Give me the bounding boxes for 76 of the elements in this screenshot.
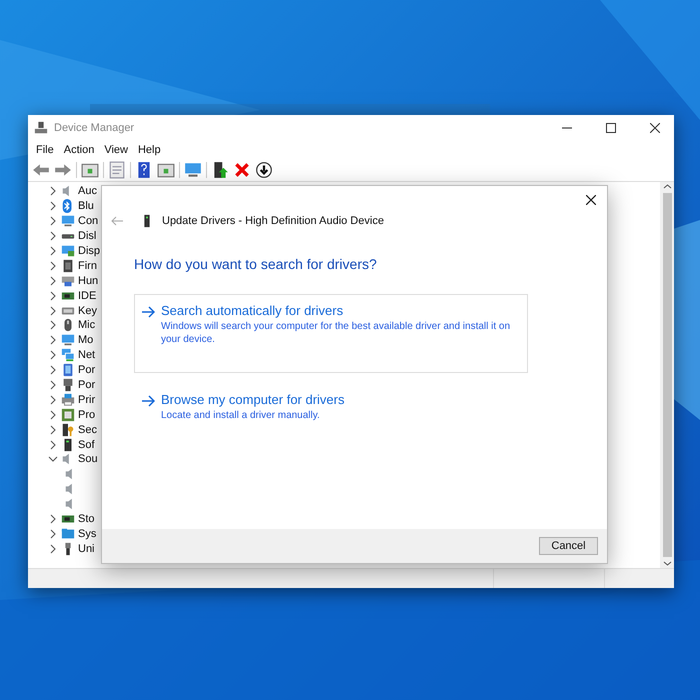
expand-icon[interactable] xyxy=(48,365,58,376)
menu-item[interactable]: File xyxy=(32,144,58,156)
expand-icon[interactable] xyxy=(48,394,58,405)
tree-item[interactable]: Mic xyxy=(78,319,96,332)
folder-icon xyxy=(61,526,75,541)
expand-icon[interactable] xyxy=(48,201,58,212)
menu-item[interactable]: View xyxy=(100,144,132,156)
computer-icon xyxy=(34,121,48,135)
arrow-icon xyxy=(141,395,155,407)
tree-item[interactable]: Pro xyxy=(78,408,96,421)
expand-icon[interactable] xyxy=(48,246,58,256)
tree-item[interactable]: Uni xyxy=(78,542,95,555)
expand-icon[interactable] xyxy=(48,514,58,524)
tree-item[interactable]: Blu xyxy=(78,200,94,212)
tree-item[interactable]: Auc xyxy=(78,185,97,198)
tree-item[interactable]: Mo xyxy=(78,334,94,346)
expand-icon[interactable] xyxy=(48,276,58,286)
tree-item[interactable]: Key xyxy=(78,304,97,317)
expand-icon[interactable] xyxy=(48,380,58,390)
monitor-icon[interactable] xyxy=(184,161,202,179)
display-icon xyxy=(61,244,75,258)
tree-item[interactable]: Sys xyxy=(78,528,96,540)
tree-item[interactable]: Sof xyxy=(78,438,95,451)
expand-icon[interactable] xyxy=(48,424,58,435)
tree-item[interactable]: IDE xyxy=(78,290,96,302)
scroll-up-icon[interactable] xyxy=(662,182,672,191)
dialog-title: Update Drivers - High Definition Audio Device xyxy=(162,215,384,227)
monitor-icon xyxy=(61,214,75,228)
collapse-icon[interactable] xyxy=(48,454,58,464)
scroll-down-icon[interactable] xyxy=(662,559,672,568)
maximize-icon xyxy=(606,123,616,133)
menu-item[interactable]: Action xyxy=(60,144,98,156)
download-icon[interactable] xyxy=(255,161,273,179)
properties-icon[interactable] xyxy=(108,161,126,179)
expand-icon[interactable] xyxy=(48,186,58,196)
cpu-icon xyxy=(61,408,75,422)
expand-icon[interactable] xyxy=(48,350,58,360)
close-icon xyxy=(586,195,596,205)
cancel-button[interactable]: Cancel xyxy=(539,537,598,555)
tree-item[interactable]: Disp xyxy=(78,245,100,257)
tree-item[interactable]: Sto xyxy=(78,513,95,526)
tree-item[interactable]: Prir xyxy=(78,394,96,406)
expand-icon[interactable] xyxy=(48,231,58,242)
close-icon xyxy=(650,123,660,133)
tree-item[interactable]: Sec xyxy=(78,424,97,436)
arrow-icon xyxy=(141,306,155,318)
menu-item[interactable]: Help xyxy=(134,144,165,156)
printer-icon xyxy=(61,392,75,407)
tree-item[interactable]: Por xyxy=(78,379,96,392)
tree-item[interactable]: Por xyxy=(78,364,96,376)
tree-item[interactable]: Sou xyxy=(78,453,98,466)
delete-icon[interactable] xyxy=(233,161,251,179)
tree-item[interactable]: Disl xyxy=(78,230,96,242)
expand-icon[interactable] xyxy=(48,410,58,420)
security-icon xyxy=(61,422,75,437)
expand-icon[interactable] xyxy=(48,216,58,226)
expand-icon[interactable] xyxy=(48,260,58,271)
expand-icon[interactable] xyxy=(48,440,58,450)
expand-icon[interactable] xyxy=(48,528,58,539)
option-button[interactable]: Search automatically for drivers Windows will search your computer for the best available driver and install it on your device. xyxy=(134,294,528,373)
window-icon[interactable] xyxy=(81,161,99,179)
expand-icon[interactable] xyxy=(48,335,58,346)
expand-icon[interactable] xyxy=(48,306,58,316)
tree-item[interactable]: Hun xyxy=(78,274,98,287)
tree-item[interactable]: Firn xyxy=(78,260,97,272)
expand-icon[interactable] xyxy=(48,544,58,554)
monitor-icon xyxy=(61,333,75,348)
tree-item[interactable]: Net xyxy=(78,349,96,362)
window-title: Device Manager xyxy=(54,122,136,134)
window-icon[interactable] xyxy=(157,161,175,179)
expand-icon[interactable] xyxy=(48,320,58,330)
scrollbar[interactable] xyxy=(660,182,674,568)
dialog-heading: How do you want to search for drivers? xyxy=(134,256,378,272)
expand-icon[interactable] xyxy=(48,290,58,301)
network-icon xyxy=(61,348,75,362)
tree-item[interactable]: Con xyxy=(78,215,98,228)
